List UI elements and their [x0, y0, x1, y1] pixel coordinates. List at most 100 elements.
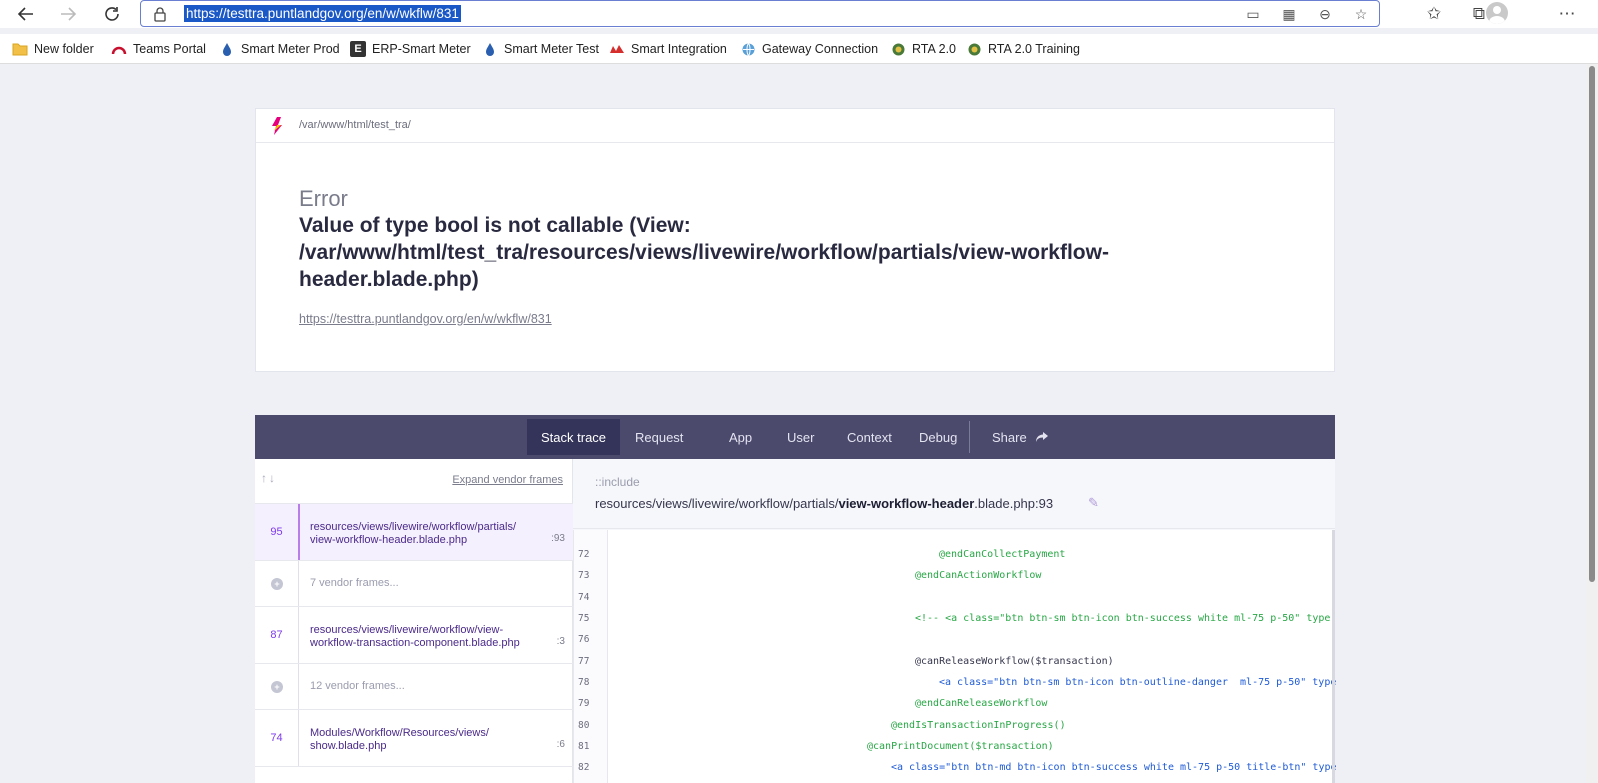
- tabs-bar: Stack trace Request App User Context Deb…: [255, 415, 1335, 459]
- page-scrollbar[interactable]: [1586, 64, 1598, 783]
- frame-indicator: [298, 710, 299, 766]
- zoom-out-icon[interactable]: ⊖: [1316, 5, 1334, 23]
- bookmark-label: Smart Meter Test: [504, 42, 599, 56]
- tab-request[interactable]: Request: [621, 419, 697, 455]
- stack-frame[interactable]: 74 Modules/Workflow/Resources/views/ sho…: [255, 710, 573, 767]
- bookmark-new-folder[interactable]: New folder: [12, 38, 94, 60]
- bookmark-label: RTA 2.0: [912, 42, 957, 56]
- stack-frame[interactable]: 87 resources/views/livewire/workflow/vie…: [255, 607, 573, 664]
- bookmark-smart-integration[interactable]: Smart Integration: [609, 38, 727, 60]
- code-line: <a class="btn btn-sm btn-icon btn-outlin…: [939, 677, 1337, 688]
- forward-arrow-icon[interactable]: [56, 2, 80, 26]
- stack-frames-panel: ↑↓ Expand vendor frames 95 resources/vie…: [255, 459, 573, 783]
- line-number: 82: [578, 762, 590, 773]
- globe-icon: [740, 41, 756, 57]
- tab-context[interactable]: Context: [833, 419, 906, 455]
- tab-share[interactable]: Share: [978, 419, 1063, 455]
- bookmark-smart-meter-test[interactable]: Smart Meter Test: [482, 38, 599, 60]
- line-number: 74: [578, 592, 590, 603]
- edit-pencil-icon[interactable]: ✎: [1088, 495, 1099, 511]
- bookmark-teams-portal[interactable]: Teams Portal: [111, 38, 206, 60]
- tab-stack-trace[interactable]: Stack trace: [527, 419, 621, 455]
- refresh-icon[interactable]: [100, 2, 124, 26]
- droplet-icon: [482, 41, 498, 57]
- back-arrow-icon[interactable]: [14, 2, 38, 26]
- vendor-frames-label: 12 vendor frames...: [310, 680, 405, 692]
- emblem-icon: [890, 41, 906, 57]
- frame-indicator: [298, 607, 299, 663]
- frame-line: :93: [551, 533, 565, 544]
- tab-user[interactable]: User: [773, 419, 828, 455]
- profile-avatar[interactable]: [1486, 2, 1508, 24]
- lock-icon: [154, 7, 166, 22]
- path-filename: view-workflow-header: [838, 496, 975, 511]
- bookmark-erp-smart-meter[interactable]: E ERP-Smart Meter: [350, 38, 471, 60]
- line-number: 75: [578, 613, 590, 624]
- bookmarks-bar: New folder Teams Portal Smart Meter Prod…: [0, 34, 1598, 64]
- frame-number: 95: [270, 526, 283, 538]
- code-line: @endCanReleaseWorkflow: [915, 698, 1048, 709]
- address-bar[interactable]: https://testtra.puntlandgov.org/en/w/wkf…: [140, 0, 1380, 27]
- error-url-link[interactable]: https://testtra.puntlandgov.org/en/w/wkf…: [299, 312, 552, 326]
- bookmark-label: ERP-Smart Meter: [372, 42, 471, 56]
- bookmark-smart-meter-prod[interactable]: Smart Meter Prod: [219, 38, 340, 60]
- frame-line: :6: [556, 739, 565, 750]
- code-snippet-panel: ::include resources/views/livewire/workf…: [573, 459, 1337, 783]
- folder-icon: [12, 41, 28, 57]
- expand-vendor-frames-link[interactable]: Expand vendor frames: [452, 474, 563, 486]
- line-number: 72: [578, 549, 590, 560]
- scrollbar-thumb[interactable]: [1589, 66, 1595, 582]
- bookmark-label: Gateway Connection: [762, 42, 879, 56]
- expand-plus-icon: +: [271, 578, 283, 590]
- bookmark-rta-2-0-training[interactable]: RTA 2.0 Training: [966, 38, 1080, 60]
- code-body: 72 73 74 75 76 77 78 79 80 81 82 @endCan…: [573, 530, 1337, 783]
- code-line: @canReleaseWorkflow($transaction): [915, 656, 1114, 667]
- code-line: @endCanCollectPayment: [939, 549, 1066, 560]
- bookmark-label: RTA 2.0 Training: [988, 42, 1080, 56]
- path-suffix: .blade.php:93: [974, 496, 1054, 511]
- teams-portal-icon: [111, 41, 127, 57]
- bookmark-rta-2-0[interactable]: RTA 2.0: [890, 38, 956, 60]
- code-line: @endCanActionWorkflow: [915, 570, 1042, 581]
- favorites-icon[interactable]: ✩: [1422, 2, 1446, 26]
- card-header: /var/www/html/test_tra/: [256, 109, 1334, 143]
- error-summary-card: /var/www/html/test_tra/ Error Value of t…: [255, 108, 1335, 372]
- bookmark-label: Teams Portal: [133, 42, 206, 56]
- stack-frame[interactable]: 95 resources/views/livewire/workflow/par…: [255, 504, 573, 561]
- bookmark-label: Smart Integration: [631, 42, 727, 56]
- frame-indicator: [298, 664, 299, 709]
- share-label: Share: [992, 429, 1027, 445]
- line-number-gutter: 72 73 74 75 76 77 78 79 80 81 82: [574, 530, 608, 783]
- erp-icon: E: [350, 41, 366, 57]
- frame-indicator: [298, 561, 299, 606]
- code-file-path: resources/views/livewire/workflow/partia…: [595, 496, 1053, 511]
- line-number: 77: [578, 656, 590, 667]
- line-number: 81: [578, 741, 590, 752]
- code-line: @canPrintDocument($transaction): [867, 741, 1054, 752]
- bookmark-label: Smart Meter Prod: [241, 42, 340, 56]
- frame-number: 87: [270, 629, 283, 641]
- share-arrow-icon: [1035, 432, 1048, 442]
- line-number: 76: [578, 634, 590, 645]
- url-text[interactable]: https://testtra.puntlandgov.org/en/w/wkf…: [184, 5, 461, 22]
- line-number: 79: [578, 698, 590, 709]
- frame-nav-arrows-icon[interactable]: ↑↓: [261, 471, 277, 485]
- code-scrollbar[interactable]: [1332, 530, 1335, 783]
- bookmark-gateway-connection[interactable]: Gateway Connection: [740, 38, 878, 60]
- frame-indicator: [298, 504, 300, 560]
- bookmark-label: New folder: [34, 42, 94, 56]
- error-kind: Error: [299, 186, 348, 211]
- apps-icon[interactable]: ▦: [1280, 5, 1298, 23]
- read-aloud-icon[interactable]: ▭: [1244, 5, 1262, 23]
- tab-app[interactable]: App: [715, 419, 766, 455]
- line-number: 73: [578, 570, 590, 581]
- stack-header: ↑↓ Expand vendor frames: [255, 459, 573, 504]
- droplet-icon: [219, 41, 235, 57]
- vendor-frames-group[interactable]: + 7 vendor frames...: [255, 561, 573, 607]
- add-favorite-icon[interactable]: ☆: [1352, 5, 1370, 23]
- more-menu-icon[interactable]: ⋯: [1555, 2, 1579, 26]
- vendor-frames-group[interactable]: + 12 vendor frames...: [255, 664, 573, 710]
- line-number: 78: [578, 677, 590, 688]
- code-line: <!-- <a class="btn btn-sm btn-icon btn-s…: [915, 613, 1331, 624]
- tab-debug[interactable]: Debug: [905, 419, 971, 455]
